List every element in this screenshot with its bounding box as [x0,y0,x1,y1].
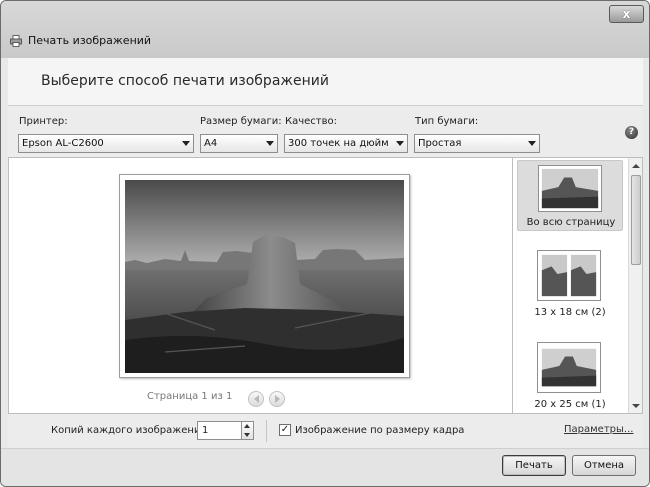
increment-icon[interactable] [244,424,250,428]
divider [266,420,267,442]
paper-type-select[interactable]: Простая [414,134,540,153]
print-options-row: Принтер: Epson AL-C2600 Размер бумаги: A… [8,105,643,157]
print-preview-pane: Страница 1 из 1 [8,157,513,414]
quality-value: 300 точек на дюйм [288,138,389,149]
fit-to-frame-checkbox[interactable]: ✓ [279,424,291,436]
chevron-down-icon [182,141,190,146]
arrow-right-icon [274,395,280,403]
page-heading: Выберите способ печати изображений [41,73,329,89]
fit-to-frame-label[interactable]: Изображение по размеру кадра [295,425,464,436]
layout-full-page[interactable]: Во всю страницу [517,160,623,231]
chevron-down-icon [528,141,536,146]
quality-select[interactable]: 300 точек на дюйм [284,134,408,153]
paper-size-select[interactable]: A4 [200,134,278,153]
layout-thumbnail [537,342,601,393]
scrollbar-thumb[interactable] [631,175,641,265]
previous-page-button[interactable] [248,391,264,407]
chevron-down-icon [266,141,274,146]
paper-size-label: Размер бумаги: [200,116,282,127]
printer-value: Epson AL-C2600 [22,138,104,149]
quality-label: Качество: [285,116,337,127]
scroll-down-icon[interactable] [632,404,640,408]
printer-label: Принтер: [19,116,68,127]
arrow-left-icon [253,395,259,403]
header-panel: Выберите способ печати изображений [8,58,643,105]
close-button[interactable]: x [609,5,644,23]
title-bar: x Печать изображений [1,1,649,58]
page-counter: Страница 1 из 1 [147,391,233,402]
layout-label: Во всю страницу [526,217,616,228]
layout-20x25[interactable]: 20 x 25 см (1) [517,342,623,412]
layout-list: Во всю страницу 13 x 18 см (2) 20 x 25 с… [513,157,643,414]
close-icon: x [622,7,631,21]
print-pictures-window: x Печать изображений Выберите способ печ… [0,0,650,487]
copies-stepper[interactable] [241,421,254,440]
paper-type-label: Тип бумаги: [415,116,479,127]
cancel-button[interactable]: Отмена [572,455,636,476]
layout-label: 20 x 25 см (1) [534,399,606,410]
scroll-up-icon[interactable] [632,164,640,168]
window-title: Печать изображений [28,34,152,47]
layout-scrollbar[interactable] [628,158,642,413]
dialog-footer: Печать Отмена [1,448,649,486]
layout-thumbnail [537,250,601,301]
layout-thumbnail [538,165,602,212]
decrement-icon[interactable] [244,433,250,437]
layout-label: 13 x 18 см (2) [534,307,606,318]
paper-size-value: A4 [204,138,218,149]
next-page-button[interactable] [269,391,285,407]
copies-row: Копий каждого изображения: 1 ✓ Изображен… [8,414,643,448]
preview-photo [125,180,404,373]
options-link[interactable]: Параметры... [564,424,633,435]
copies-input[interactable]: 1 [197,421,242,440]
copies-label: Копий каждого изображения: [51,425,210,436]
printer-select[interactable]: Epson AL-C2600 [18,134,194,153]
printer-icon [10,35,22,47]
preview-page [119,174,410,378]
layout-13x18[interactable]: 13 x 18 см (2) [517,250,623,320]
chevron-down-icon [396,141,404,146]
paper-type-value: Простая [418,138,462,149]
print-button[interactable]: Печать [502,455,566,476]
help-icon[interactable]: ? [625,126,638,139]
